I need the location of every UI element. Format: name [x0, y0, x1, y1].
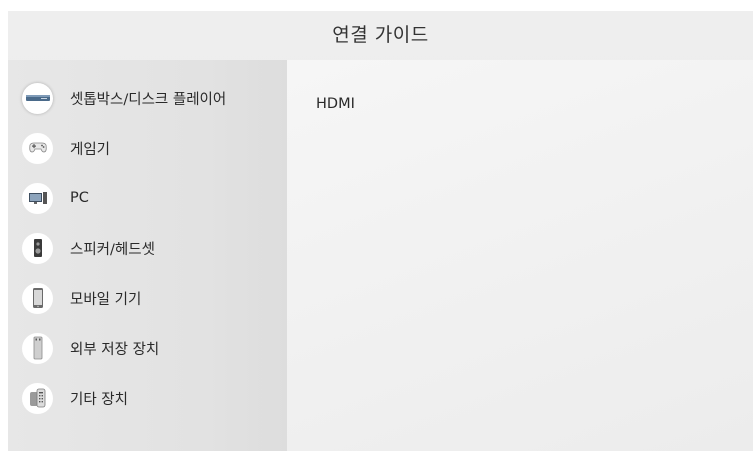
sidebar-item-settop-box[interactable]: 셋톱박스/디스크 플레이어: [8, 73, 287, 123]
sidebar-item-speaker-headset[interactable]: 스피커/헤드셋: [8, 223, 287, 273]
sidebar-item-game-console[interactable]: 게임기: [8, 123, 287, 173]
sidebar-item-label: 스피커/헤드셋: [70, 241, 155, 258]
sidebar-item-other-devices[interactable]: 기타 장치: [8, 373, 287, 423]
gamepad-icon: [22, 132, 53, 164]
content-panel: HDMI: [287, 60, 753, 451]
connection-option-hdmi[interactable]: HDMI: [316, 96, 355, 112]
sidebar-item-mobile-device[interactable]: 모바일 기기: [8, 273, 287, 323]
sidebar-item-label: 기타 장치: [70, 391, 128, 408]
settop-box-icon: [22, 82, 53, 114]
page-title: 연결 가이드: [332, 24, 429, 46]
connection-guide-panel: 연결 가이드 셋톱박스/디스크 플레이어 게임기 PC 스피커/헤드셋 모바일 …: [8, 11, 753, 451]
mobile-device-icon: [22, 282, 53, 314]
sidebar-item-external-storage[interactable]: 외부 저장 장치: [8, 323, 287, 373]
sidebar-item-label: PC: [70, 190, 89, 206]
sidebar-item-pc[interactable]: PC: [8, 173, 287, 223]
header: 연결 가이드: [8, 11, 753, 56]
sidebar-item-label: 셋톱박스/디스크 플레이어: [70, 91, 227, 108]
sidebar-item-label: 게임기: [70, 141, 111, 158]
speaker-icon: [22, 232, 53, 264]
sidebar-item-label: 외부 저장 장치: [70, 341, 160, 358]
remote-control-icon: [22, 382, 53, 414]
sidebar: 셋톱박스/디스크 플레이어 게임기 PC 스피커/헤드셋 모바일 기기 외부 저…: [8, 60, 287, 451]
usb-storage-icon: [22, 332, 53, 364]
sidebar-item-label: 모바일 기기: [70, 291, 142, 308]
pc-icon: [22, 182, 53, 214]
